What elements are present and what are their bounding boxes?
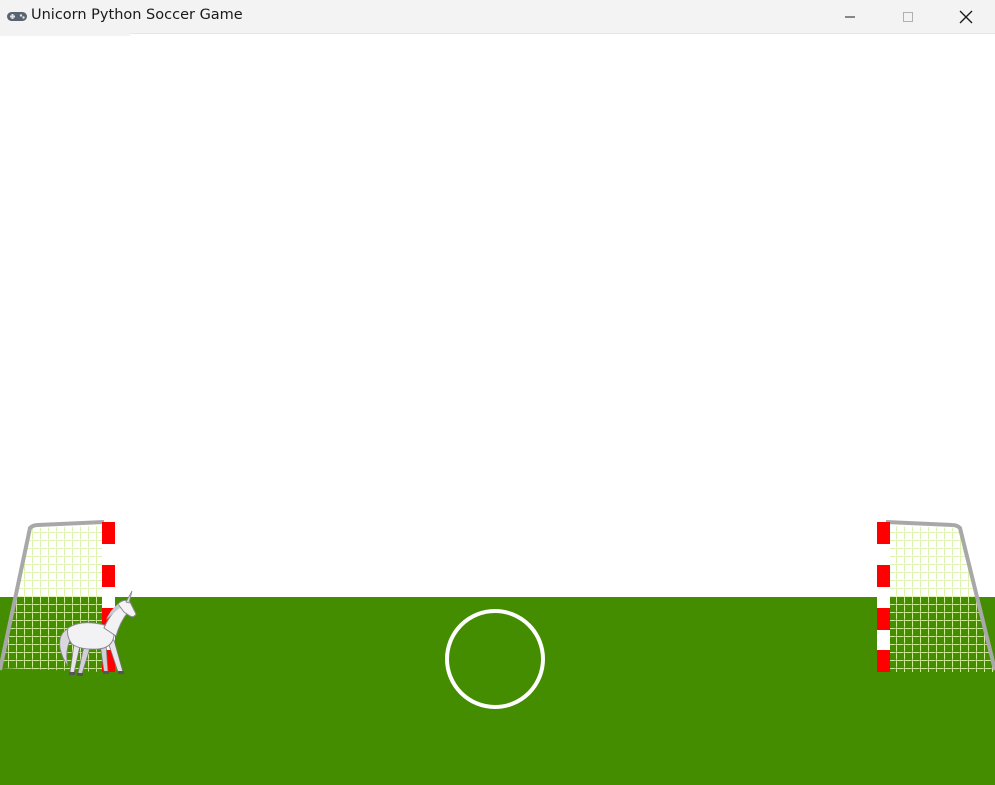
grass-field [0,597,995,785]
maximize-icon [903,11,913,22]
title-bar[interactable]: Unicorn Python Soccer Game [0,0,995,34]
game-window: Unicorn Python Soccer Game [0,0,995,785]
close-icon [959,10,973,23]
maximize-button[interactable] [879,0,937,33]
minimize-icon [845,16,855,17]
minimize-button[interactable] [821,0,879,33]
sky [0,36,995,597]
right-goal-post [877,522,890,672]
close-button[interactable] [937,0,995,33]
game-canvas[interactable] [0,36,995,785]
gamepad-icon [7,12,27,21]
window-title: Unicorn Python Soccer Game [31,7,243,23]
